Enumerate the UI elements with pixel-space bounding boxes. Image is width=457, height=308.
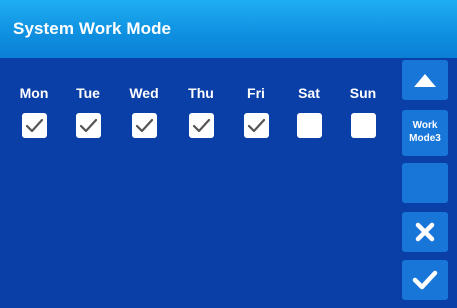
confirm-button[interactable] [402, 260, 448, 300]
day-label-sun: Sun [349, 85, 377, 101]
day-label-fri: Fri [247, 85, 265, 101]
title-bar: System Work Mode [0, 0, 457, 58]
checkmark-icon [247, 118, 265, 133]
checkbox-sun[interactable] [350, 113, 376, 138]
day-label-wed: Wed [129, 85, 159, 101]
day-wed: Wed [124, 84, 164, 138]
day-thu: Thu [181, 84, 221, 138]
checkmark-icon [192, 118, 210, 133]
day-sun: Sun [343, 84, 383, 138]
checkmark-icon [412, 270, 438, 290]
day-tue: Tue [68, 84, 108, 138]
work-mode-button[interactable]: Work Mode3 [402, 110, 448, 156]
day-label-tue: Tue [76, 85, 100, 101]
checkbox-tue[interactable] [75, 113, 101, 138]
day-mon: Mon [14, 84, 54, 138]
checkmark-icon [135, 118, 153, 133]
checkmark-icon [25, 118, 43, 133]
x-icon [415, 222, 435, 242]
checkbox-wed[interactable] [131, 113, 157, 138]
day-label-thu: Thu [188, 85, 214, 101]
main-panel: Mon Tue Wed Thu Fri Sat Sun [0, 58, 457, 308]
checkbox-mon[interactable] [21, 113, 47, 138]
day-fri: Fri [236, 84, 276, 138]
day-sat: Sat [289, 84, 329, 138]
checkbox-sat[interactable] [296, 113, 322, 138]
empty-button[interactable] [402, 163, 448, 203]
work-mode-label-line1: Work [412, 120, 438, 131]
triangle-up-icon [414, 74, 436, 87]
work-mode-label-line2: Mode3 [409, 133, 441, 144]
checkmark-icon [79, 118, 97, 133]
cancel-button[interactable] [402, 212, 448, 252]
day-label-sat: Sat [298, 85, 320, 101]
scroll-up-button[interactable] [402, 60, 448, 100]
checkbox-fri[interactable] [243, 113, 269, 138]
day-label-mon: Mon [19, 85, 49, 101]
checkbox-thu[interactable] [188, 113, 214, 138]
page-title: System Work Mode [13, 19, 172, 38]
